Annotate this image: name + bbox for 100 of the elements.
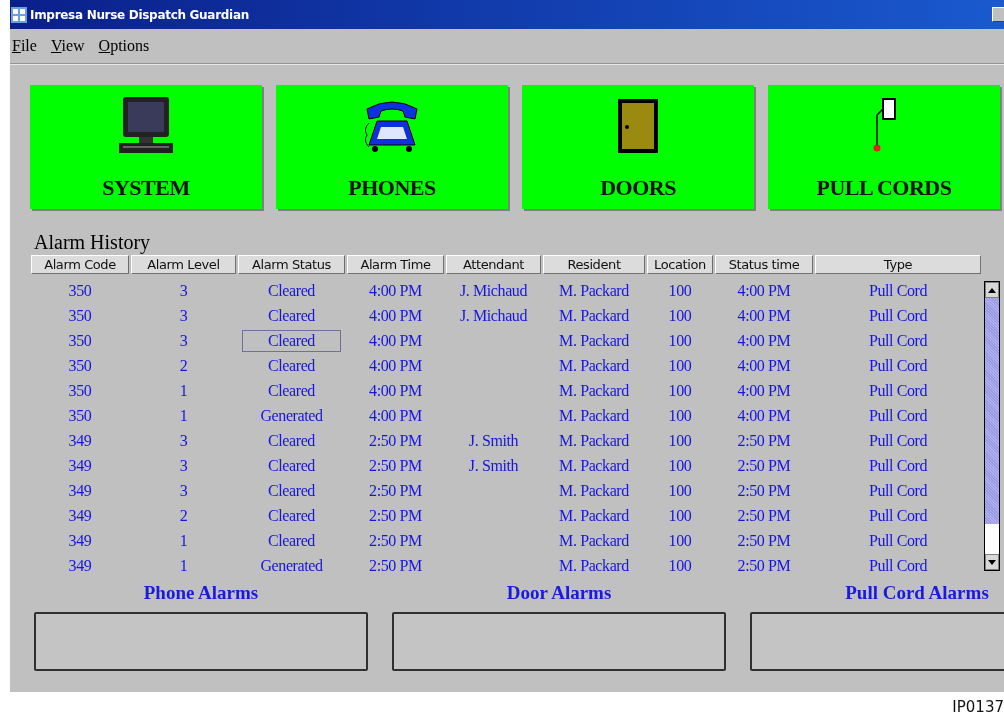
table-cell-text: 350 <box>67 281 93 301</box>
app-icon <box>11 6 27 23</box>
table-cell-text: Cleared <box>267 506 316 526</box>
table-cell: Cleared <box>242 330 341 352</box>
category-button[interactable]: PHONES <box>276 85 508 209</box>
table-cell-text: 2 <box>178 506 189 526</box>
table-cell-text: 2:50 PM <box>368 531 423 551</box>
table-cell-text: Pull Cord <box>867 456 929 476</box>
table-cell-text: 349 <box>67 481 93 501</box>
table-cell-text: 2:50 PM <box>368 456 423 476</box>
category-button[interactable]: SYSTEM <box>30 85 262 209</box>
column-header[interactable]: Alarm Time <box>347 255 444 274</box>
table-cell-text: Pull Cord <box>867 406 929 426</box>
table-cell-text: M. Packard <box>558 356 630 376</box>
table-cell-text: M. Packard <box>558 406 630 426</box>
panel-title: Door Alarms <box>506 582 612 605</box>
table-cell-text: Pull Cord <box>867 481 929 501</box>
table-cell-text: M. Packard <box>558 556 630 576</box>
column-header[interactable]: Attendant <box>446 255 541 274</box>
table-cell-text: 4:00 PM <box>736 281 792 301</box>
table-cell-text: 100 <box>667 381 693 401</box>
table-cell-text: Pull Cord <box>867 506 929 526</box>
table-cell-text: 349 <box>67 556 93 576</box>
table-cell-text: 2:50 PM <box>736 506 792 526</box>
table-cell-text: 4:00 PM <box>736 306 792 326</box>
table-cell-text: 100 <box>667 331 693 351</box>
column-header[interactable]: Status time <box>715 255 813 274</box>
table-cell-text: 4:00 PM <box>368 281 423 301</box>
scroll-down-arrow-icon[interactable] <box>988 559 996 565</box>
category-button[interactable]: PULL CORDS <box>768 85 1000 209</box>
table-cell-text: 2:50 PM <box>368 506 423 526</box>
table-cell-text: 100 <box>667 456 693 476</box>
menu-item[interactable]: Options <box>98 37 150 55</box>
table-cell-text: 350 <box>67 406 93 426</box>
column-header[interactable]: Resident <box>543 255 645 274</box>
category-button[interactable]: DOORS <box>522 85 754 209</box>
table-cell-text: 3 <box>178 481 189 501</box>
menu-item[interactable]: View <box>50 37 85 55</box>
table-cell-text: 100 <box>667 531 693 551</box>
table-cell-text: Pull Cord <box>867 306 929 326</box>
table-cell-text: Pull Cord <box>867 281 929 301</box>
table-cell-text: Generated <box>259 406 324 426</box>
table-cell-text: M. Packard <box>558 456 630 476</box>
table-cell-text: 2:50 PM <box>736 556 792 576</box>
table-cell-text: 4:00 PM <box>368 306 423 326</box>
table-cell-text: Cleared <box>267 281 316 301</box>
table-cell-text: 3 <box>178 456 189 476</box>
menu-item[interactable]: File <box>12 37 37 55</box>
window-control-button[interactable] <box>992 7 1004 22</box>
table-cell-text: 100 <box>667 481 693 501</box>
table-cell-text: 2:50 PM <box>368 556 423 576</box>
column-header[interactable]: Type <box>815 255 981 274</box>
table-cell-text: 2:50 PM <box>736 531 792 551</box>
scrollbar[interactable] <box>984 281 1000 571</box>
table-cell-text: Pull Cord <box>867 556 929 576</box>
table-cell-text: 2:50 PM <box>368 431 423 451</box>
table-cell-text: 349 <box>67 531 93 551</box>
table-cell-text: M. Packard <box>558 281 630 301</box>
table-cell-text: 100 <box>667 556 693 576</box>
table-cell-text: M. Packard <box>558 506 630 526</box>
column-header[interactable]: Location <box>647 255 713 274</box>
table-cell-text: 3 <box>178 331 189 351</box>
table-cell-text: 2:50 PM <box>736 456 792 476</box>
table-cell-text: 4:00 PM <box>368 331 423 351</box>
table-cell-text: 4:00 PM <box>736 381 792 401</box>
table-cell-text: Pull Cord <box>867 431 929 451</box>
table-cell-text: M. Packard <box>558 531 630 551</box>
table-cell-text: Generated <box>259 556 324 576</box>
table-cell-text: 100 <box>667 356 693 376</box>
column-header[interactable]: Alarm Code <box>31 255 129 274</box>
table-cell-text: 3 <box>178 306 189 326</box>
table-cell-text: Cleared <box>267 456 316 476</box>
table-cell-text: 350 <box>67 331 93 351</box>
section-title: Alarm History <box>34 231 152 253</box>
table-cell-text: Cleared <box>267 481 316 501</box>
table-cell-text: Cleared <box>267 306 316 326</box>
table-cell-text: 100 <box>667 431 693 451</box>
table-cell-text: M. Packard <box>558 431 630 451</box>
table-cell-text: Pull Cord <box>867 356 929 376</box>
table-cell-text: J. Smith <box>467 431 520 451</box>
table-cell-text: Cleared <box>267 431 316 451</box>
table-cell-text: Pull Cord <box>867 531 929 551</box>
table-cell-text: 1 <box>178 381 189 401</box>
table-cell-text: 1 <box>178 531 189 551</box>
column-header[interactable]: Alarm Level <box>131 255 236 274</box>
table-cell-text: 2:50 PM <box>736 431 792 451</box>
table-cell-text: J. Michaud <box>458 281 529 301</box>
table-cell-text: J. Michaud <box>458 306 529 326</box>
table-cell-text: 2:50 PM <box>368 481 423 501</box>
table-cell-text: 4:00 PM <box>368 356 423 376</box>
table-cell-text: 100 <box>667 406 693 426</box>
table-cell-text: 350 <box>67 356 93 376</box>
table-cell-text: 2:50 PM <box>736 481 792 501</box>
table-cell-text: 1 <box>178 406 189 426</box>
table-cell-text: 1 <box>178 556 189 576</box>
column-header[interactable]: Alarm Status <box>238 255 345 274</box>
scroll-up-arrow-icon[interactable] <box>988 287 996 293</box>
table-cell-text: 349 <box>67 431 93 451</box>
table-cell-text: M. Packard <box>558 381 630 401</box>
table-cell-text: 4:00 PM <box>736 406 792 426</box>
